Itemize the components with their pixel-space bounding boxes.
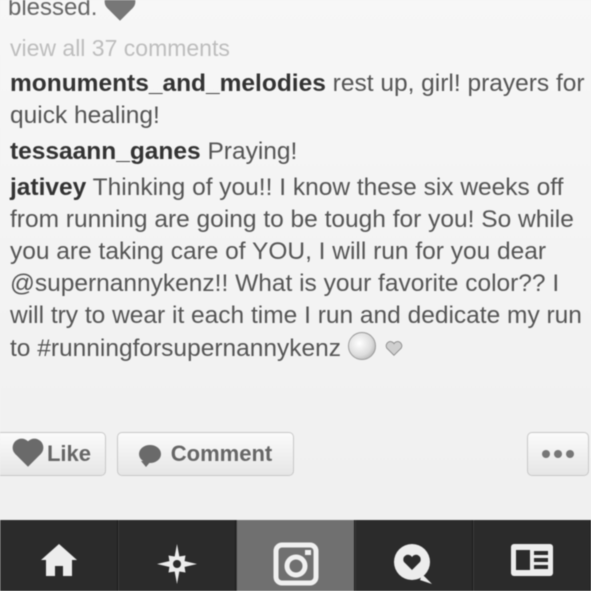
like-button[interactable]: Like	[0, 432, 106, 476]
heart-icon	[107, 0, 134, 21]
view-all-comments-link[interactable]: view all 37 comments	[10, 35, 230, 62]
star-icon	[157, 544, 198, 584]
comment-username[interactable]: jativey	[10, 174, 86, 201]
comment-text: Thinking of you!! I know these six weeks…	[10, 174, 582, 362]
tab-camera[interactable]	[236, 520, 355, 591]
comment: monuments_and_melodies rest up, girl! pr…	[10, 68, 585, 132]
profile-card-icon	[510, 544, 553, 576]
more-dots-icon	[542, 450, 574, 458]
comment-label: Comment	[170, 441, 273, 466]
comment-text: Praying!	[207, 138, 298, 165]
tab-home[interactable]	[0, 520, 119, 591]
home-icon	[41, 544, 78, 576]
tab-profile[interactable]	[472, 520, 591, 591]
comment-button[interactable]: Comment	[117, 432, 294, 476]
tab-activity[interactable]	[354, 520, 473, 591]
heart-icon	[15, 441, 41, 467]
instagram-post-screen: blessed. view all 37 comments monuments_…	[0, 0, 591, 591]
tab-explore[interactable]	[118, 520, 237, 591]
heart-emoji-icon	[385, 341, 402, 356]
comment: jativey Thinking of you!! I know these s…	[10, 172, 585, 365]
kissing-face-emoji-icon	[347, 332, 376, 360]
heart-bubble-icon	[393, 544, 432, 584]
comments-list: monuments_and_melodies rest up, girl! pr…	[10, 68, 585, 369]
caption-tail: blessed.	[8, 0, 134, 22]
post-actions: Like Comment	[0, 432, 591, 482]
bottom-tab-bar	[0, 520, 591, 591]
caption-text: blessed.	[8, 0, 98, 21]
like-label: Like	[46, 441, 92, 466]
more-options-button[interactable]	[527, 432, 589, 476]
comment: tessaann_ganes Praying!	[10, 136, 585, 168]
comment-bubble-icon	[138, 445, 161, 467]
comment-username[interactable]: tessaann_ganes	[10, 138, 201, 165]
comment-username[interactable]: monuments_and_melodies	[10, 70, 326, 97]
camera-icon	[273, 542, 318, 586]
